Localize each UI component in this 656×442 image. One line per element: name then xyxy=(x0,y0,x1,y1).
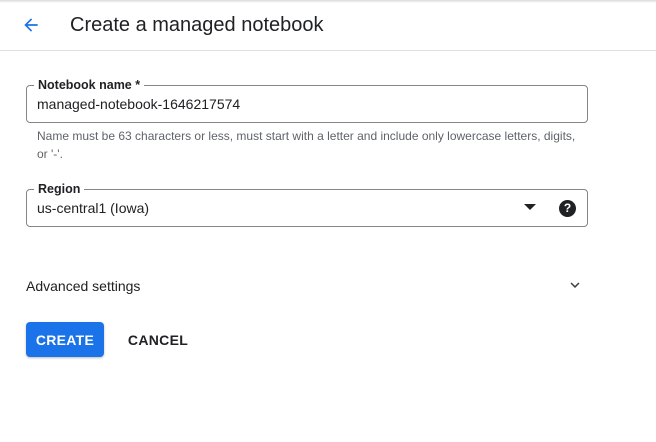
region-select[interactable]: Region us-central1 (Iowa) ? xyxy=(26,181,588,227)
cancel-button[interactable]: CANCEL xyxy=(118,322,198,357)
help-icon[interactable]: ? xyxy=(559,200,576,217)
advanced-settings-label: Advanced settings xyxy=(26,278,141,294)
page-header: Create a managed notebook xyxy=(0,0,656,51)
page-title: Create a managed notebook xyxy=(70,14,324,36)
arrow-back-icon xyxy=(24,18,38,32)
notebook-name-hint: Name must be 63 characters or less, must… xyxy=(37,129,576,161)
create-button[interactable]: CREATE xyxy=(26,322,104,357)
region-selected-value: us-central1 (Iowa) xyxy=(37,200,150,216)
dropdown-arrow-icon[interactable] xyxy=(524,204,536,210)
create-managed-notebook-page: Create a managed notebook Notebook name … xyxy=(0,0,656,442)
notebook-name-input[interactable] xyxy=(37,86,557,122)
notebook-name-field[interactable]: Notebook name * xyxy=(26,77,588,123)
advanced-settings-toggle[interactable]: Advanced settings xyxy=(26,270,588,302)
chevron-down-icon[interactable] xyxy=(566,276,584,294)
back-button[interactable] xyxy=(14,9,48,41)
